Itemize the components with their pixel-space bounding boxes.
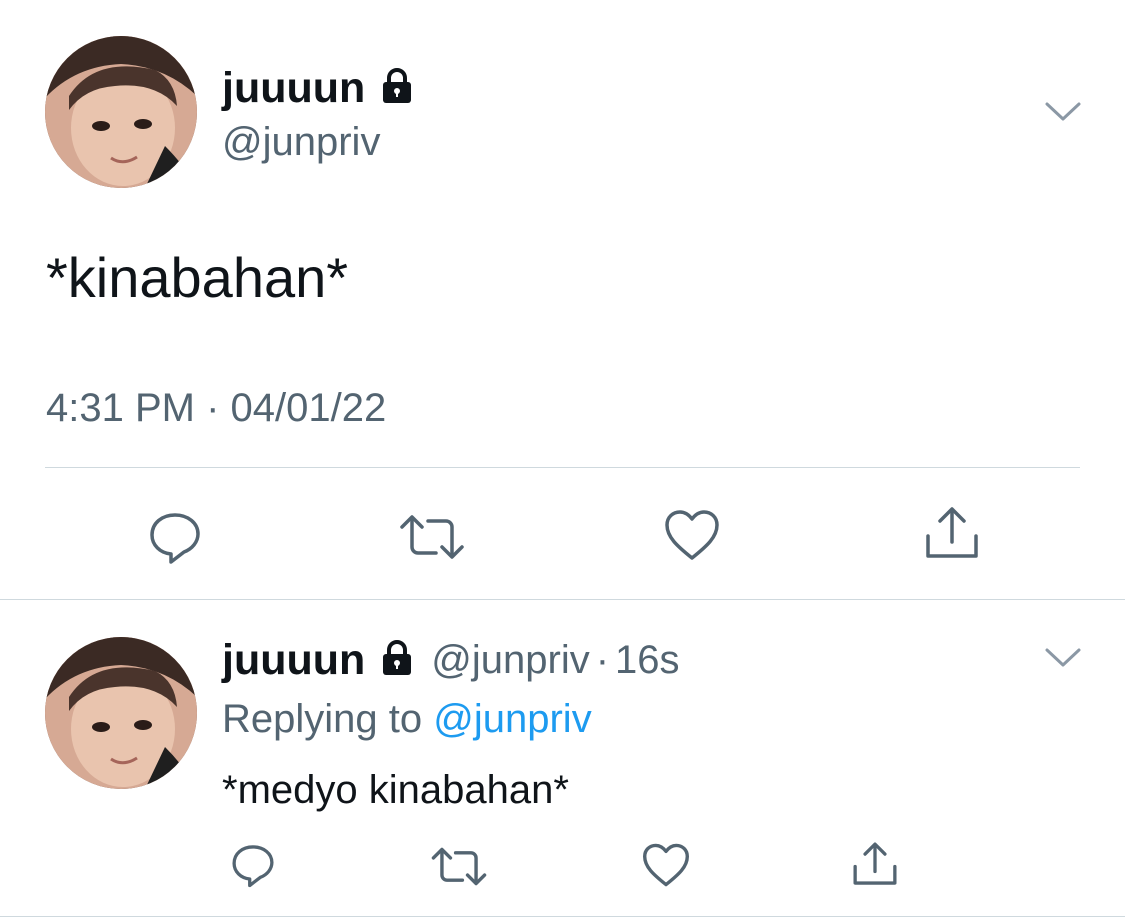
bottom-divider <box>0 916 1125 917</box>
share-icon <box>853 842 897 885</box>
lock-icon <box>377 638 417 683</box>
retweet-icon <box>431 847 487 885</box>
avatar[interactable] <box>45 36 197 188</box>
heart-icon <box>643 843 689 887</box>
timestamp-separator: · <box>206 386 220 430</box>
tweet-age[interactable]: 16s <box>615 638 680 683</box>
tweet-date: 04/01/22 <box>230 386 387 430</box>
tweet-separator <box>0 599 1125 600</box>
divider <box>45 467 1080 468</box>
like-button[interactable] <box>640 840 692 890</box>
replying-to-line: Replying to @junpriv <box>222 699 592 739</box>
author-handle[interactable]: @junpriv <box>222 122 380 162</box>
retweet-button[interactable] <box>397 507 467 567</box>
lock-icon <box>377 66 417 111</box>
author-handle[interactable]: @junpriv <box>431 638 589 683</box>
like-button[interactable] <box>660 505 724 565</box>
chevron-down-icon <box>1045 102 1081 121</box>
reply-button[interactable] <box>228 840 278 890</box>
tweet-time: 4:31 PM <box>46 386 195 430</box>
avatar[interactable] <box>45 637 197 789</box>
avatar-image <box>45 637 197 789</box>
display-name[interactable]: juuuun <box>222 636 365 685</box>
tweet-menu-button[interactable] <box>1043 646 1083 675</box>
avatar-image <box>45 36 197 188</box>
tweet-menu-button[interactable] <box>1043 100 1083 129</box>
author-line: juuuun <box>222 66 417 111</box>
retweet-icon <box>400 515 464 559</box>
replying-to-mention[interactable]: @junpriv <box>433 697 591 741</box>
chevron-down-icon <box>1045 648 1081 667</box>
share-button[interactable] <box>848 838 902 890</box>
share-icon <box>926 507 978 558</box>
reply-button[interactable] <box>145 507 205 567</box>
tweet-timestamp[interactable]: 4:31 PM · 04/01/22 <box>46 388 386 428</box>
reply-author-line: juuuun @junpriv · 16s <box>222 636 680 685</box>
share-button[interactable] <box>920 503 984 563</box>
tweet-text: *medyo kinabahan* <box>222 768 569 812</box>
tweet-text: *kinabahan* <box>46 246 349 309</box>
display-name[interactable]: juuuun <box>222 67 365 110</box>
meta-separator: · <box>595 638 610 682</box>
heart-icon <box>665 510 719 560</box>
reply-icon <box>232 845 274 888</box>
replying-label: Replying to <box>222 697 423 741</box>
retweet-button[interactable] <box>428 843 490 889</box>
reply-icon <box>150 513 200 564</box>
